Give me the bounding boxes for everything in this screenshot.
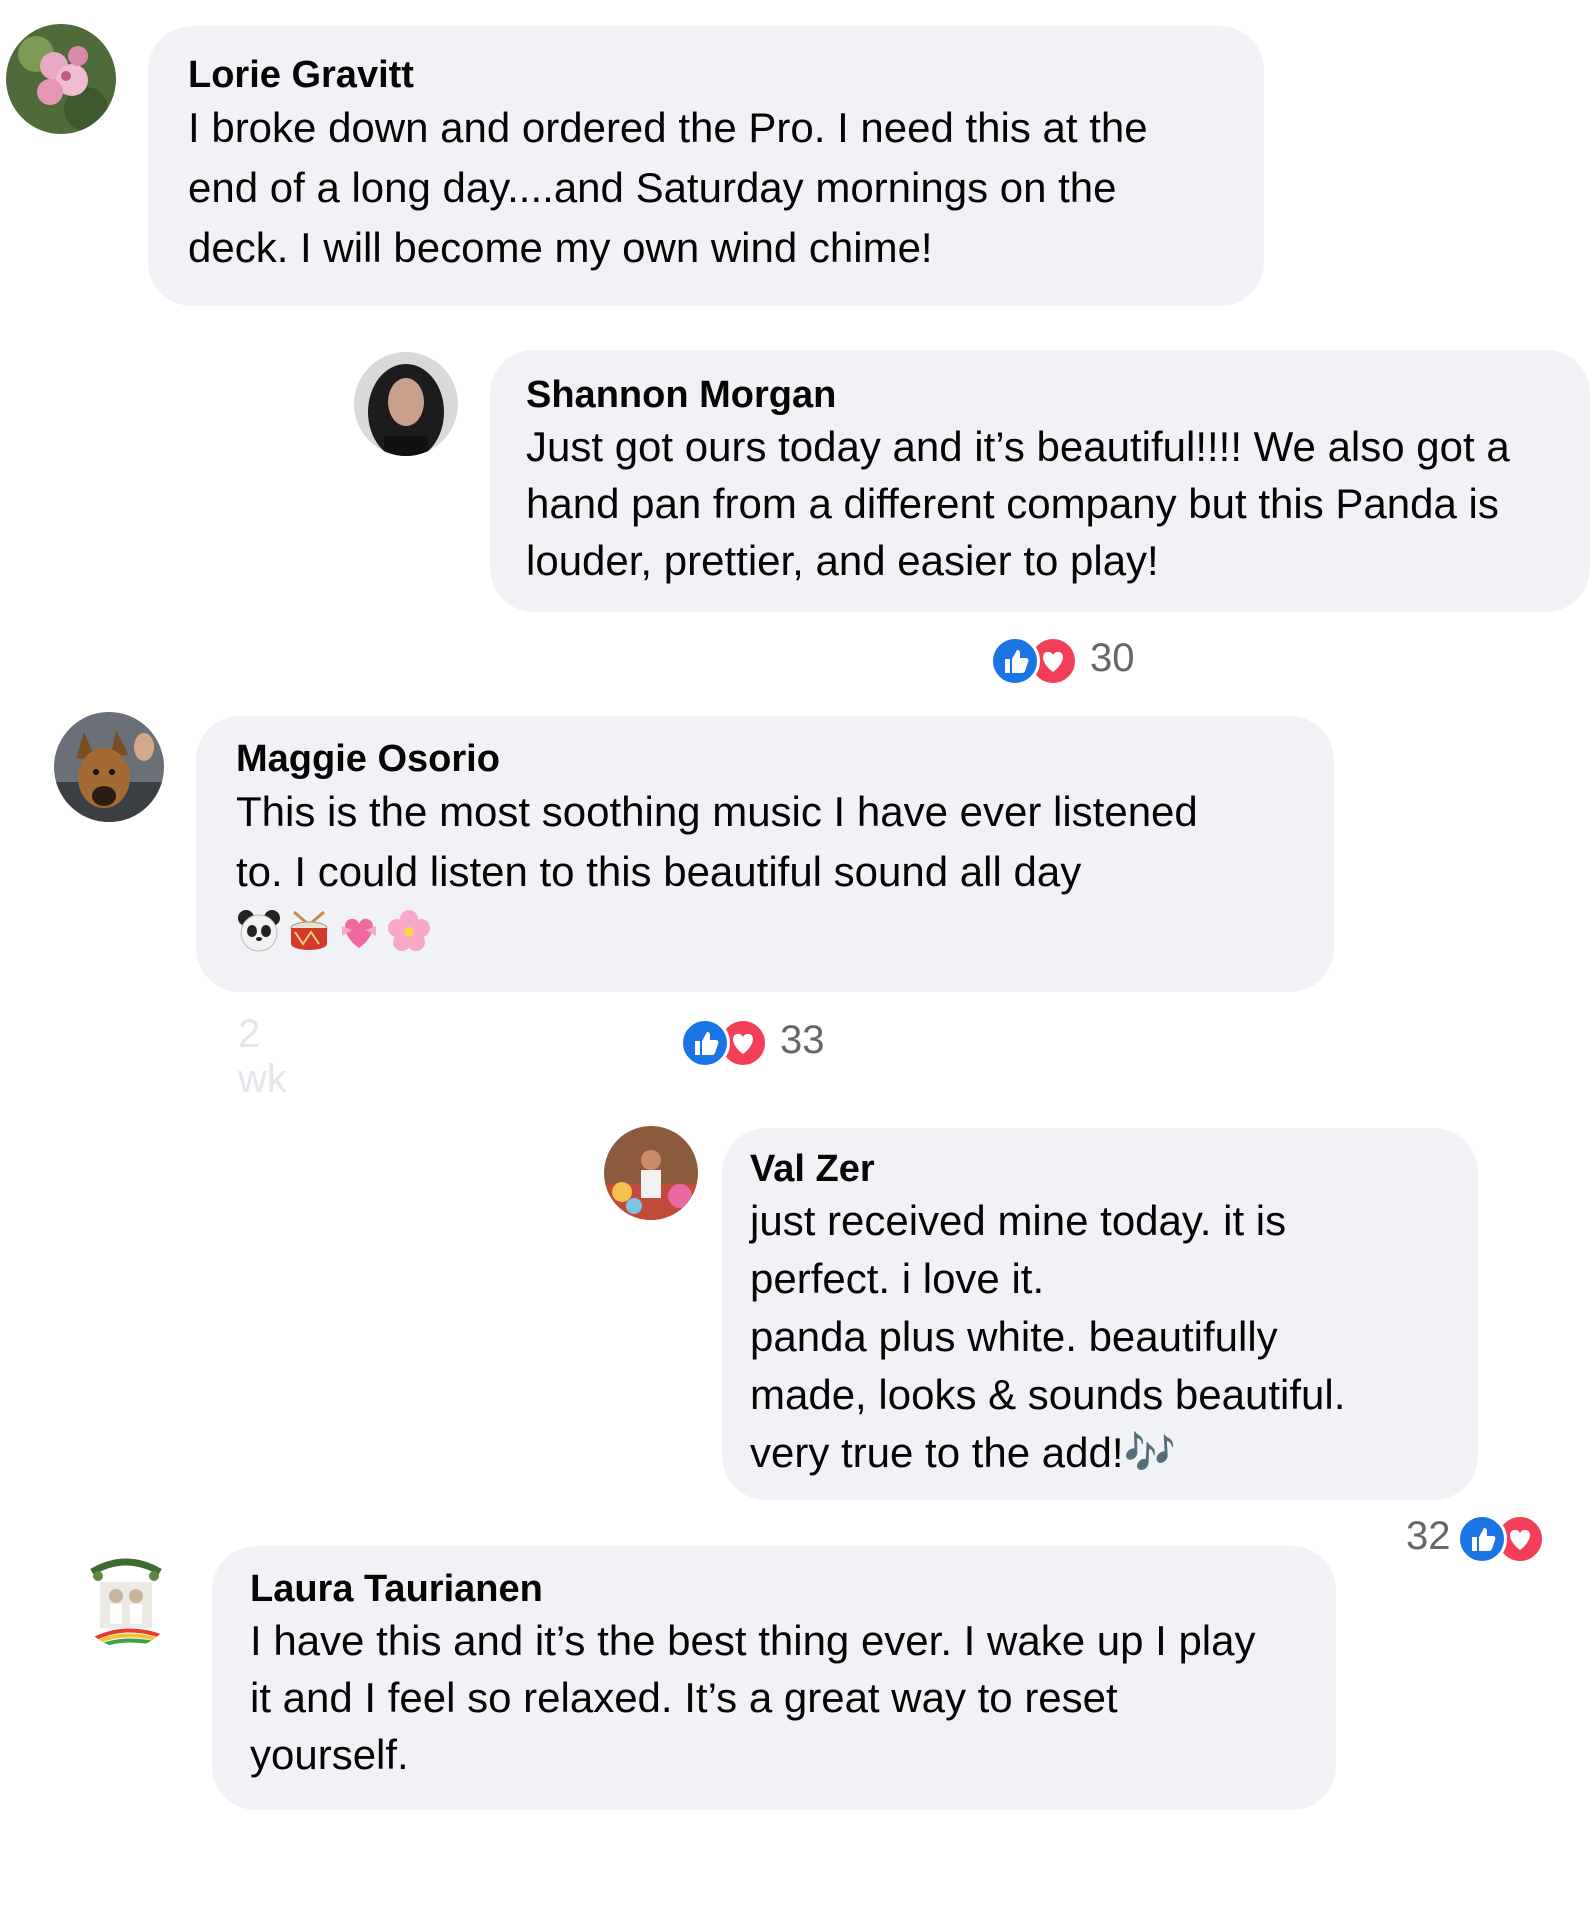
comment-text: just received mine today. it is perfect.…	[750, 1197, 1346, 1476]
comment-text: I broke down and ordered the Pro. I need…	[188, 104, 1148, 271]
comment-timestamp[interactable]: 2 wk	[238, 1012, 287, 1102]
thumbs-up-icon	[1456, 1514, 1507, 1564]
reaction-summary[interactable]: 33	[680, 1014, 825, 1068]
commenter-name[interactable]: Val Zer	[750, 1146, 1450, 1192]
avatar[interactable]	[6, 24, 116, 134]
commenter-name[interactable]: Maggie Osorio	[236, 736, 1294, 782]
thumbs-up-icon	[990, 636, 1040, 686]
avatar[interactable]	[54, 712, 164, 822]
thumbs-up-icon	[680, 1018, 730, 1068]
comment-text: Just got ours today and it’s beautiful!!…	[526, 423, 1510, 584]
commenter-name[interactable]: Shannon Morgan	[526, 372, 1554, 418]
reaction-count: 32	[1406, 1513, 1451, 1558]
comment-bubble: Laura Taurianen I have this and it’s the…	[212, 1546, 1336, 1810]
commenter-name[interactable]: Laura Taurianen	[250, 1566, 1298, 1612]
comment-bubble: Shannon Morgan Just got ours today and i…	[490, 350, 1590, 612]
cherry-blossom-emoji	[388, 910, 430, 951]
reaction-count: 33	[780, 1017, 825, 1062]
reaction-summary[interactable]: 30	[990, 632, 1135, 686]
comment-text: I have this and it’s the best thing ever…	[250, 1617, 1256, 1778]
commenter-name[interactable]: Lorie Gravitt	[188, 52, 1224, 98]
panda-emoji	[238, 910, 280, 952]
reaction-count: 30	[1090, 635, 1135, 680]
avatar[interactable]	[354, 352, 458, 456]
comment-bubble: Maggie Osorio This is the most soothing …	[196, 716, 1334, 992]
reaction-summary[interactable]: 32	[1406, 1510, 1545, 1564]
heart-ribbon-emoji	[342, 918, 376, 948]
drum-emoji	[290, 910, 328, 950]
avatar[interactable]	[78, 1552, 174, 1648]
comment-bubble: Val Zer just received mine today. it is …	[722, 1128, 1478, 1500]
emoji-row	[236, 908, 1294, 954]
comment-bubble: Lorie Gravitt I broke down and ordered t…	[148, 26, 1264, 306]
comment-text: This is the most soothing music I have e…	[236, 788, 1198, 895]
avatar[interactable]	[604, 1126, 698, 1220]
